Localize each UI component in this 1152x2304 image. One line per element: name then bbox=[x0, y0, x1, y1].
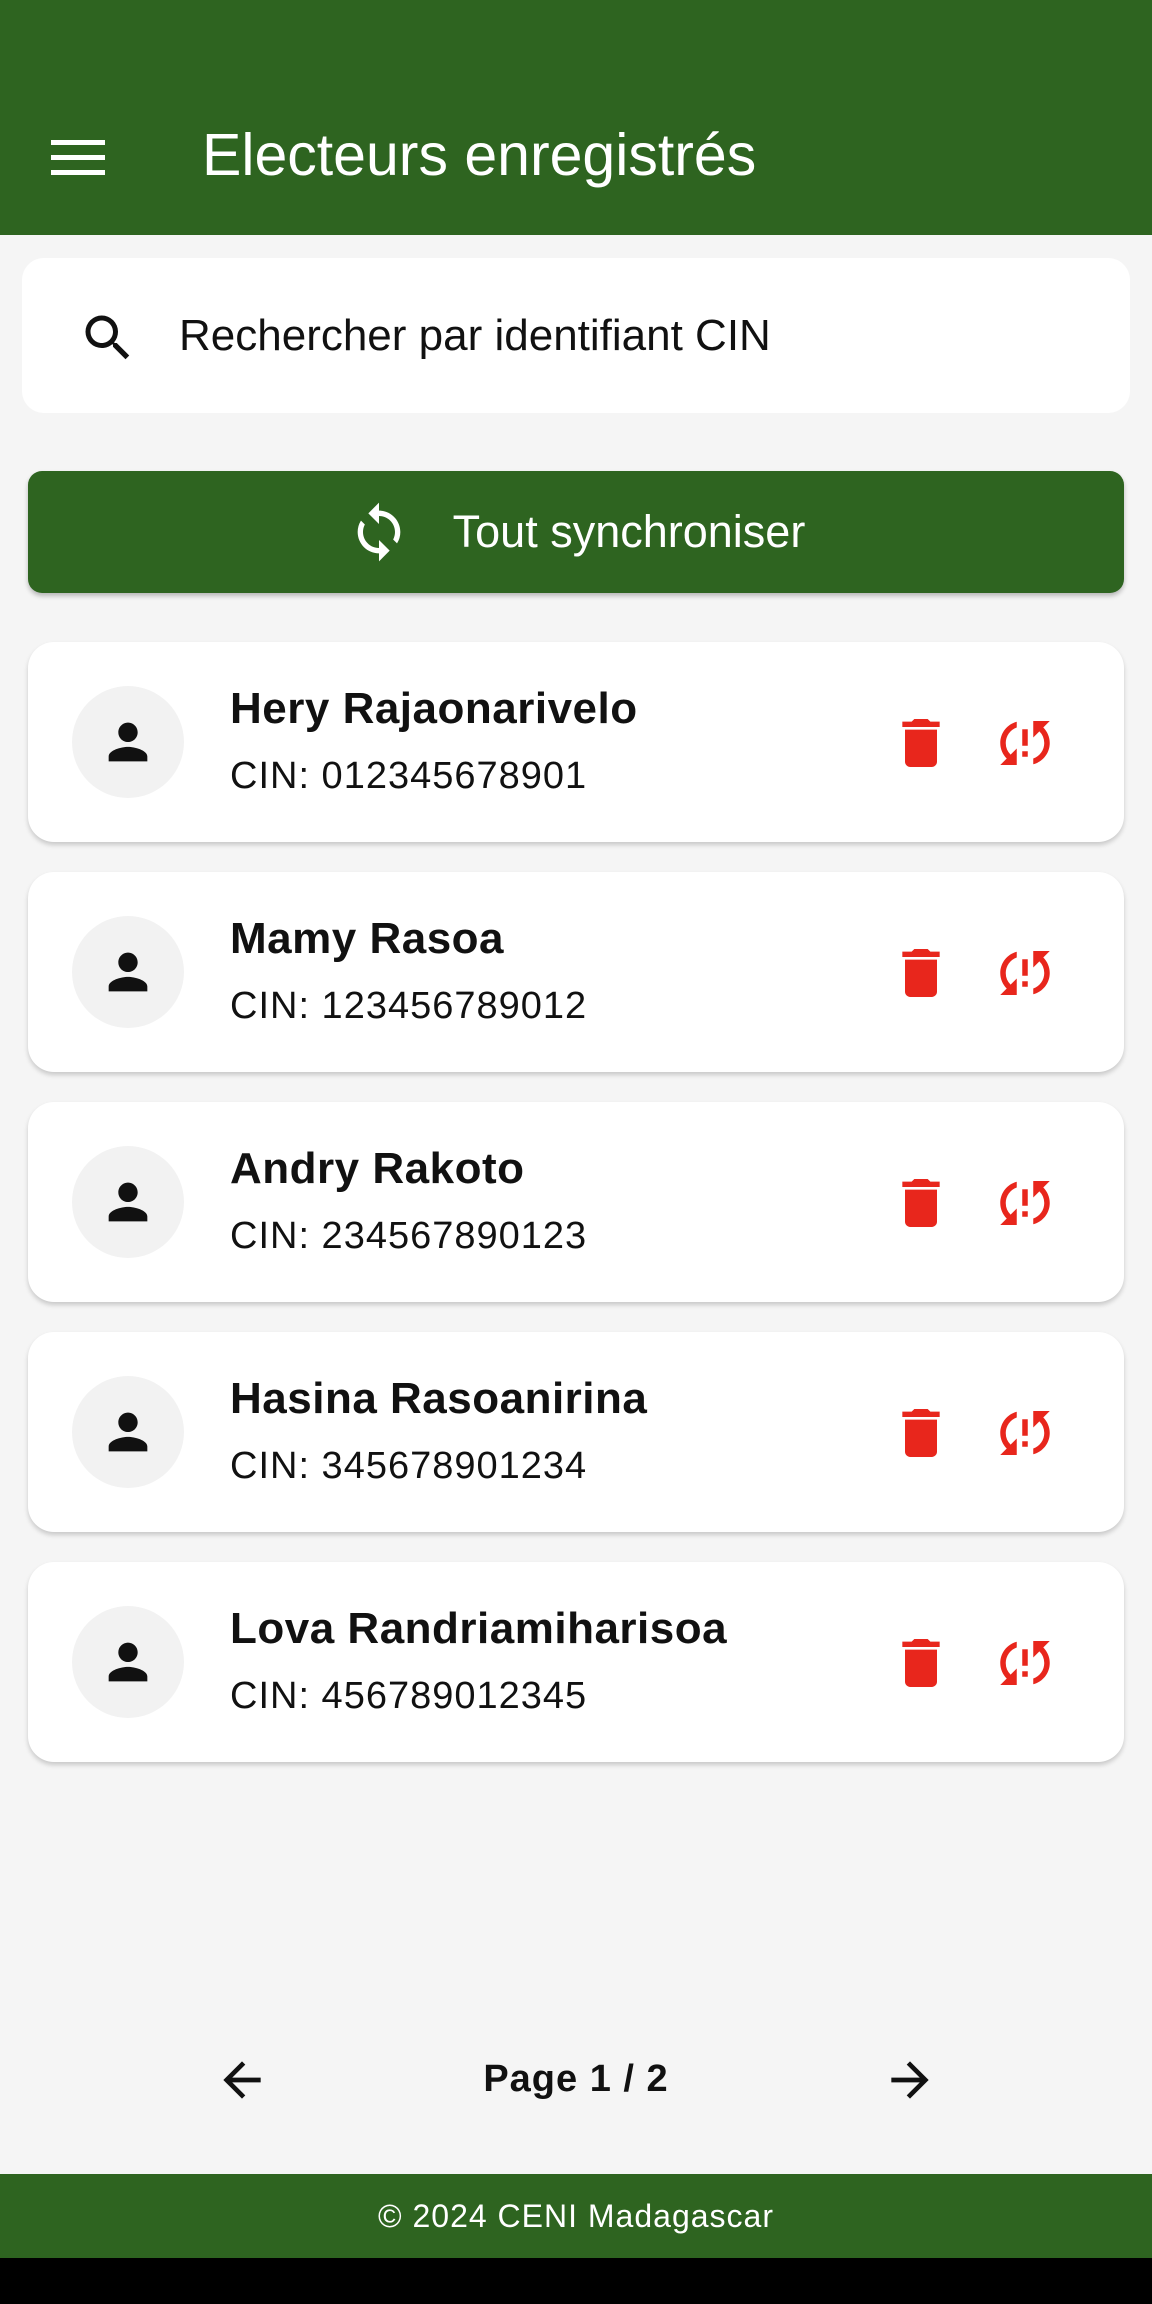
delete-button[interactable] bbox=[886, 1628, 956, 1698]
previous-page-button[interactable] bbox=[204, 2046, 280, 2114]
sync-problem-icon bbox=[1000, 951, 1050, 995]
voter-cin: CIN: 345678901234 bbox=[230, 1445, 588, 1487]
voter-card: Lova Randriamiharisoa CIN: 456789012345 bbox=[28, 1562, 1124, 1762]
voter-card: Andry Rakoto CIN: 234567890123 bbox=[28, 1102, 1124, 1302]
sync-problem-button[interactable] bbox=[990, 708, 1060, 778]
voter-name: Lova Randriamiharisoa bbox=[230, 1604, 728, 1653]
app-bar: Electeurs enregistrés bbox=[0, 0, 1152, 235]
sync-all-label: Tout synchroniser bbox=[452, 506, 806, 557]
delete-button[interactable] bbox=[886, 1398, 956, 1468]
sync-icon bbox=[347, 500, 411, 564]
arrow-left-icon bbox=[223, 2061, 261, 2099]
sync-problem-button[interactable] bbox=[990, 1628, 1060, 1698]
voter-name: Andry Rakoto bbox=[230, 1144, 525, 1193]
sync-problem-icon bbox=[1000, 1411, 1050, 1455]
person-icon bbox=[108, 1182, 148, 1222]
menu-icon bbox=[51, 140, 105, 175]
sync-problem-button[interactable] bbox=[990, 1398, 1060, 1468]
delete-button[interactable] bbox=[886, 708, 956, 778]
search-input[interactable] bbox=[179, 298, 1079, 374]
person-icon bbox=[108, 1412, 148, 1452]
trash-icon bbox=[902, 1409, 940, 1457]
trash-icon bbox=[902, 719, 940, 767]
sync-problem-button[interactable] bbox=[990, 938, 1060, 1008]
trash-icon bbox=[902, 1639, 940, 1687]
avatar bbox=[72, 686, 184, 798]
delete-button[interactable] bbox=[886, 938, 956, 1008]
voter-card: Mamy Rasoa CIN: 123456789012 bbox=[28, 872, 1124, 1072]
footer-text: © 2024 CENI Madagascar bbox=[378, 2197, 774, 2234]
sync-all-button[interactable]: Tout synchroniser bbox=[28, 471, 1124, 593]
voter-name: Hery Rajaonarivelo bbox=[230, 684, 638, 733]
sync-problem-icon bbox=[1000, 1641, 1050, 1685]
voter-cin: CIN: 012345678901 bbox=[230, 755, 588, 797]
page-title: Electeurs enregistrés bbox=[202, 122, 757, 188]
voter-card: Hery Rajaonarivelo CIN: 012345678901 bbox=[28, 642, 1124, 842]
search-bar[interactable] bbox=[22, 258, 1130, 413]
footer: © 2024 CENI Madagascar bbox=[0, 2174, 1152, 2258]
voter-cin: CIN: 456789012345 bbox=[230, 1675, 588, 1717]
next-page-button[interactable] bbox=[872, 2046, 948, 2114]
arrow-right-icon bbox=[891, 2061, 929, 2099]
person-icon bbox=[108, 1642, 148, 1682]
voter-card: Hasina Rasoanirina CIN: 345678901234 bbox=[28, 1332, 1124, 1532]
voter-name: Mamy Rasoa bbox=[230, 914, 505, 963]
voter-name: Hasina Rasoanirina bbox=[230, 1374, 648, 1423]
sync-problem-icon bbox=[1000, 1181, 1050, 1225]
sync-problem-icon bbox=[1000, 721, 1050, 765]
person-icon bbox=[108, 722, 148, 762]
avatar bbox=[72, 1606, 184, 1718]
avatar bbox=[72, 916, 184, 1028]
system-navigation-bar bbox=[0, 2258, 1152, 2304]
trash-icon bbox=[902, 949, 940, 997]
delete-button[interactable] bbox=[886, 1168, 956, 1238]
trash-icon bbox=[902, 1179, 940, 1227]
avatar bbox=[72, 1376, 184, 1488]
voter-cin: CIN: 123456789012 bbox=[230, 985, 588, 1027]
menu-button[interactable] bbox=[40, 120, 116, 196]
voter-cin: CIN: 234567890123 bbox=[230, 1215, 588, 1257]
avatar bbox=[72, 1146, 184, 1258]
search-icon bbox=[85, 315, 130, 360]
page-indicator: Page 1 / 2 bbox=[483, 2058, 669, 2100]
sync-problem-button[interactable] bbox=[990, 1168, 1060, 1238]
person-icon bbox=[108, 952, 148, 992]
